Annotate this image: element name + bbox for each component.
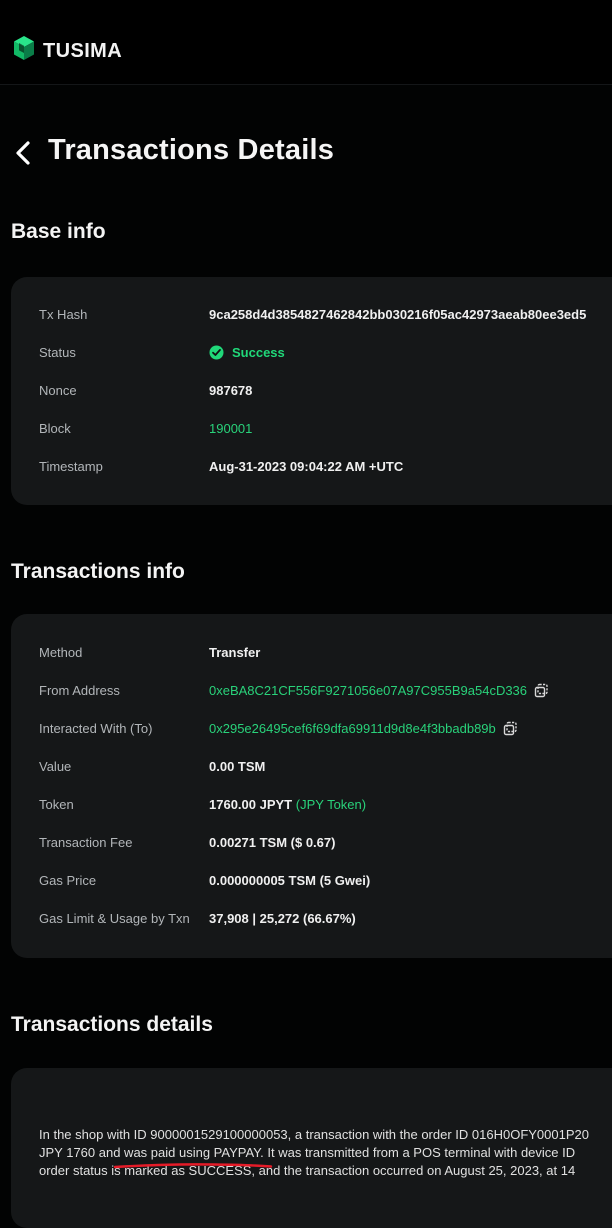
gas-limit-row: Gas Limit & Usage by Txn 37,908 | 25,272… <box>39 911 612 933</box>
back-chevron-icon[interactable] <box>10 136 36 170</box>
copy-icon[interactable] <box>503 721 518 736</box>
timestamp-value: Aug-31-2023 09:04:22 AM +UTC <box>209 459 404 474</box>
transactions-info-panel: Method Transfer From Address 0xeBA8C21CF… <box>11 614 612 958</box>
base-info-title: Base info <box>11 220 106 243</box>
tx-hash-value[interactable]: 9ca258d4d3854827462842bb030216f05ac42973… <box>209 307 586 322</box>
nonce-label: Nonce <box>39 383 77 398</box>
method-row: Method Transfer <box>39 645 612 667</box>
method-value: Transfer <box>209 645 261 660</box>
from-address-label: From Address <box>39 683 120 698</box>
transaction-description: In the shop with ID 9000001529100000053,… <box>39 1126 612 1180</box>
gas-price-row: Gas Price 0.000000005 TSM (5 Gwei) <box>39 873 612 895</box>
token-name-link[interactable]: (JPY Token) <box>296 797 366 812</box>
nonce-value: 987678 <box>209 383 253 398</box>
tusima-logo-icon[interactable] <box>12 35 36 61</box>
description-line: In the shop with ID 9000001529100000053,… <box>39 1127 589 1142</box>
block-link[interactable]: 190001 <box>209 421 252 436</box>
tx-hash-row: Tx Hash 9ca258d4d3854827462842bb030216f0… <box>39 307 612 329</box>
page-title: Transactions Details <box>48 134 335 166</box>
copy-icon[interactable] <box>534 683 549 698</box>
to-address-link[interactable]: 0x295e26495cef6f69dfa69911d9d8e4f3bbadb8… <box>209 721 496 736</box>
value-amount: 0.00 TSM <box>209 759 266 774</box>
method-label: Method <box>39 645 83 660</box>
status-value: Success <box>209 345 285 360</box>
token-row: Token 1760.00 JPYT (JPY Token) <box>39 797 612 819</box>
from-address-value: 0xeBA8C21CF556F9271056e07A97C955B9a54cD3… <box>209 683 549 698</box>
gas-limit-label: Gas Limit & Usage by Txn <box>39 911 190 926</box>
transaction-fee-value: 0.00271 TSM ($ 0.67) <box>209 835 336 850</box>
block-row: Block 190001 <box>39 421 612 443</box>
timestamp-label: Timestamp <box>39 459 103 474</box>
gas-price-label: Gas Price <box>39 873 97 888</box>
status-label: Status <box>39 345 76 360</box>
transaction-fee-label: Transaction Fee <box>39 835 133 850</box>
nonce-row: Nonce 987678 <box>39 383 612 405</box>
brand-name[interactable]: TUSIMA <box>43 40 122 63</box>
status-success-text: Success <box>232 345 285 360</box>
to-address-label: Interacted With (To) <box>39 721 153 736</box>
from-address-link[interactable]: 0xeBA8C21CF556F9271056e07A97C955B9a54cD3… <box>209 683 527 698</box>
red-underline-annotation <box>113 1163 273 1169</box>
to-address-value: 0x295e26495cef6f69dfa69911d9d8e4f3bbadb8… <box>209 721 518 736</box>
transactions-info-title: Transactions info <box>11 560 185 583</box>
from-address-row: From Address 0xeBA8C21CF556F9271056e07A9… <box>39 683 612 705</box>
gas-price-value: 0.000000005 TSM (5 Gwei) <box>209 873 371 888</box>
token-label: Token <box>39 797 74 812</box>
token-value: 1760.00 JPYT (JPY Token) <box>209 797 366 812</box>
description-line: JPY 1760 and was paid using PAYPAY. It w… <box>39 1145 576 1160</box>
tx-hash-label: Tx Hash <box>39 307 88 322</box>
block-label: Block <box>39 421 71 436</box>
value-label: Value <box>39 759 72 774</box>
base-info-panel: Tx Hash 9ca258d4d3854827462842bb030216f0… <box>11 277 612 505</box>
gas-limit-value: 37,908 | 25,272 (66.67%) <box>209 911 356 926</box>
check-circle-icon <box>209 345 224 360</box>
status-row: Status Success <box>39 345 612 367</box>
transaction-fee-row: Transaction Fee 0.00271 TSM ($ 0.67) <box>39 835 612 857</box>
to-address-row: Interacted With (To) 0x295e26495cef6f69d… <box>39 721 612 743</box>
token-amount: 1760.00 JPYT <box>209 797 293 812</box>
transactions-details-title: Transactions details <box>11 1013 213 1036</box>
value-row: Value 0.00 TSM <box>39 759 612 781</box>
top-bar: TUSIMA <box>0 0 612 85</box>
timestamp-row: Timestamp Aug-31-2023 09:04:22 AM +UTC <box>39 459 612 481</box>
transactions-details-panel: In the shop with ID 9000001529100000053,… <box>11 1068 612 1228</box>
